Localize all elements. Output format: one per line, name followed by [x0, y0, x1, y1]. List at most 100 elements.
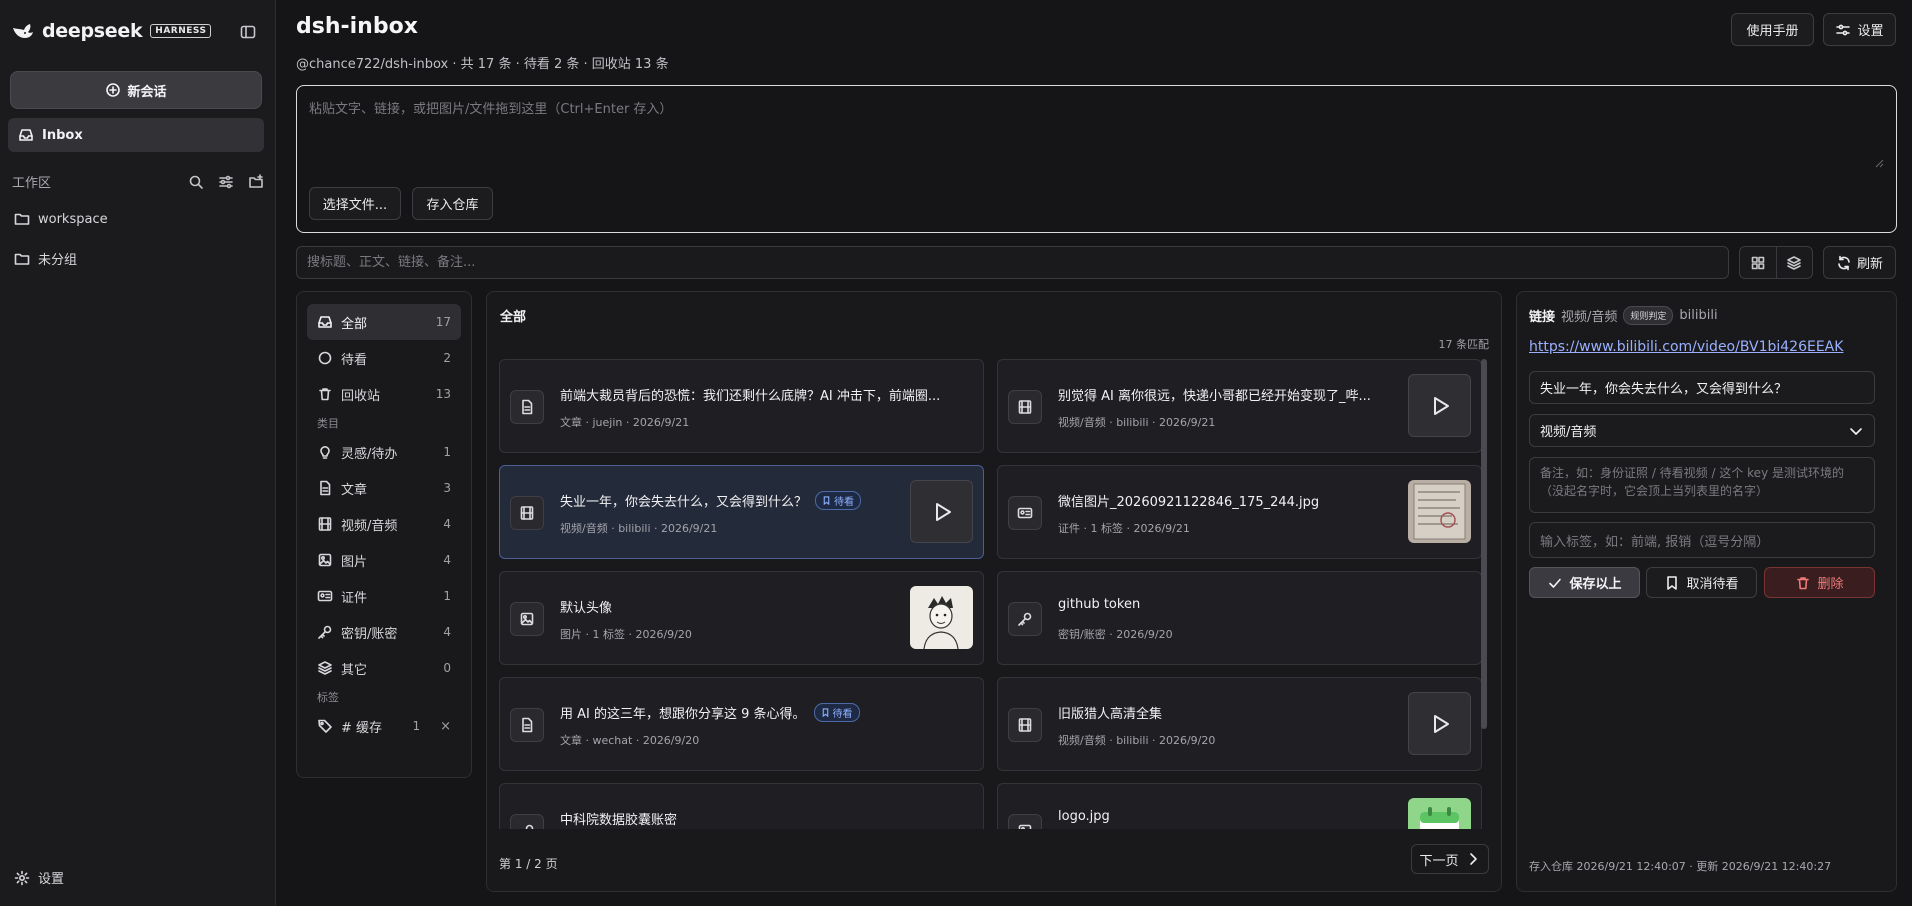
grid-icon	[1751, 256, 1765, 269]
sidebar: deepseek HARNESS 新会话 Inbox 工作区 workspace…	[0, 0, 276, 906]
list-item[interactable]: 微信图片_20260921122846_175_244.jpg 证件 · 1 标…	[997, 465, 1482, 559]
title-field[interactable]: 失业一年，你会失去什么，又会得到什么？	[1529, 371, 1875, 404]
pagination: 第 1 / 2 页 下一页	[487, 835, 1501, 891]
composer: 选择文件... 存入仓库	[296, 85, 1897, 233]
play-thumbnail[interactable]	[1408, 692, 1471, 755]
detail-url-link[interactable]: https://www.bilibili.com/video/BV1bi426E…	[1529, 339, 1843, 355]
trash-icon	[319, 388, 331, 401]
item-title: 失业一年，你会失去什么，又会得到什么？ 待看	[560, 491, 900, 510]
folder-icon	[14, 213, 30, 225]
detail-timestamps: 存入仓库 2026/9/21 12:40:07 · 更新 2026/9/21 1…	[1529, 860, 1832, 873]
save-to-repo-button[interactable]: 存入仓库	[412, 187, 493, 220]
new-folder-icon[interactable]	[248, 173, 264, 190]
filter-tag-cache[interactable]: # 缓存 1 ×	[307, 708, 461, 744]
list-item[interactable]: 旧版猎人高清全集 视频/音频 · bilibili · 2026/9/20	[997, 677, 1482, 771]
item-list-panel: 全部 17 条匹配 前端大裁员背后的恐慌：我们还剩什么底牌？AI 冲击下，前端圈…	[486, 291, 1502, 892]
manual-button[interactable]: 使用手册	[1731, 13, 1814, 46]
sliders-icon[interactable]	[218, 174, 234, 190]
filter-count: 4	[443, 625, 451, 639]
search-input[interactable]	[296, 246, 1729, 279]
filter-label: 待看	[341, 352, 368, 368]
filter-label: 其它	[341, 662, 368, 678]
item-meta: 文章 · juejin · 2026/9/21	[560, 416, 690, 429]
filter-category-key[interactable]: 密钥/账密 4	[307, 614, 461, 650]
filter-category-id[interactable]: 证件 1	[307, 578, 461, 614]
unpend-button[interactable]: 取消待看	[1646, 567, 1757, 598]
note-field[interactable]: 备注，如：身份证照 / 待看视频 / 这个 key 是测试环境的（没起名字时，它…	[1529, 457, 1875, 513]
refresh-button[interactable]: 刷新	[1823, 246, 1896, 279]
filter-count: 1	[443, 589, 451, 603]
filter-count: 17	[435, 315, 451, 329]
sidebar-folder-ungrouped[interactable]: 未分组	[14, 249, 77, 268]
filter-count: 13	[435, 387, 451, 401]
chevron-down-icon	[1850, 427, 1862, 435]
search-icon[interactable]	[188, 174, 204, 190]
list-item[interactable]: 默认头像 图片 · 1 标签 · 2026/9/20	[499, 571, 984, 665]
play-thumbnail[interactable]	[910, 480, 973, 543]
folder-label: workspace	[38, 211, 108, 227]
filter-label: 灵感/待办	[341, 446, 398, 462]
next-page-button[interactable]: 下一页	[1411, 844, 1489, 874]
filter-pending[interactable]: 待看 2	[307, 340, 461, 376]
filter-all[interactable]: 全部 17	[307, 304, 461, 340]
delete-button[interactable]: 删除	[1764, 567, 1875, 598]
film-icon	[1008, 390, 1042, 424]
filter-count: 1	[412, 719, 421, 733]
list-item[interactable]: 别觉得 AI 离你很远，快递小哥都已经开始变现了_哔... 视频/音频 · bi…	[997, 359, 1482, 453]
avatar-thumbnail[interactable]	[910, 586, 973, 649]
settings-button[interactable]: 设置	[1823, 13, 1896, 46]
filter-count: 2	[443, 351, 451, 365]
filter-label: 全部	[341, 316, 368, 332]
key-icon	[1008, 602, 1042, 636]
remove-tag-icon[interactable]: ×	[440, 719, 451, 734]
new-chat-label: 新会话	[127, 84, 167, 100]
page-title: dsh-inbox	[296, 14, 418, 39]
list-item-selected[interactable]: 失业一年，你会失去什么，又会得到什么？ 待看 视频/音频 · bilibili …	[499, 465, 984, 559]
filter-count: 1	[443, 445, 451, 459]
film-icon	[318, 517, 332, 531]
item-title: 旧版猎人高清全集	[1058, 707, 1163, 722]
sidebar-folder-workspace[interactable]: workspace	[14, 211, 108, 227]
filter-category-video[interactable]: 视频/音频 4	[307, 506, 461, 542]
detail-type: 链接	[1529, 310, 1556, 325]
sidebar-item-inbox[interactable]: Inbox	[8, 118, 264, 152]
sidebar-toggle-icon[interactable]	[240, 24, 256, 40]
list-item[interactable]: 前端大裁员背后的恐慌：我们还剩什么底牌？AI 冲击下，前端圈... 文章 · j…	[499, 359, 984, 453]
check-icon	[1549, 578, 1562, 588]
filter-label: 证件	[341, 590, 368, 606]
logo: deepseek HARNESS	[12, 20, 212, 42]
category-select[interactable]: 视频/音频	[1529, 414, 1875, 447]
bookmark-icon	[823, 496, 830, 505]
sidebar-settings-button[interactable]: 设置	[14, 868, 64, 887]
resize-handle-icon[interactable]	[1874, 158, 1884, 168]
composer-input[interactable]	[309, 98, 1883, 172]
page-info: 第 1 / 2 页	[499, 857, 558, 871]
list-item[interactable]: 中科院数据胶囊账密	[499, 783, 984, 829]
filter-trash[interactable]: 回收站 13	[307, 376, 461, 412]
filter-category-other[interactable]: 其它 0	[307, 650, 461, 686]
calendar-thumbnail[interactable]	[1408, 798, 1471, 829]
layers-view-button[interactable]	[1775, 247, 1813, 278]
list-item[interactable]: github token 密钥/账密 · 2026/9/20	[997, 571, 1482, 665]
document-icon	[510, 708, 544, 742]
save-button[interactable]: 保存以上	[1529, 567, 1640, 598]
filter-panel: 全部 17 待看 2 回收站 13 类目 灵感/待办 1 文章 3 视频/音频 …	[296, 291, 472, 778]
list-item[interactable]: 用 AI 的这三年，想跟你分享这 9 条心得。 待看 文章 · wechat ·…	[499, 677, 984, 771]
filter-category-idea[interactable]: 灵感/待办 1	[307, 434, 461, 470]
detail-category: 视频/音频	[1561, 310, 1618, 325]
choose-file-button[interactable]: 选择文件...	[309, 187, 401, 220]
document-photo-thumbnail[interactable]	[1408, 480, 1471, 543]
list-item[interactable]: logo.jpg	[997, 783, 1482, 829]
filter-category-article[interactable]: 文章 3	[307, 470, 461, 506]
list-scrollbar[interactable]	[1481, 359, 1487, 729]
play-thumbnail[interactable]	[1408, 374, 1471, 437]
grid-view-button[interactable]	[1740, 247, 1776, 278]
document-icon	[320, 480, 331, 496]
tags-field[interactable]: 输入标签，如：前端, 报销（逗号分隔）	[1529, 522, 1875, 558]
whale-logo-icon	[13, 24, 33, 38]
pending-badge: 待看	[813, 703, 860, 722]
settings-label: 设置	[1857, 24, 1884, 39]
filter-category-image[interactable]: 图片 4	[307, 542, 461, 578]
folder-icon	[14, 253, 30, 265]
new-chat-button[interactable]: 新会话	[10, 71, 262, 109]
